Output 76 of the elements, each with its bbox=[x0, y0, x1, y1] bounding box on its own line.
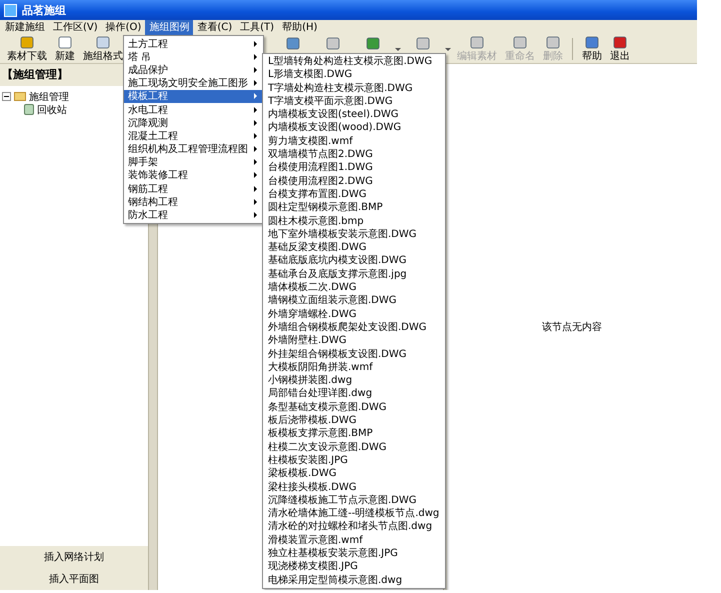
menu-item[interactable]: 成品保护 bbox=[124, 63, 263, 77]
menu-item[interactable]: 外墙组合钢模板爬架处支设图.DWG bbox=[263, 320, 445, 334]
menu-item[interactable]: 地下室外墙模板安装示意图.DWG bbox=[263, 228, 445, 242]
menu-item[interactable]: 电梯采用定型筒模示意图.dwg bbox=[263, 574, 445, 587]
panel-title: 【施组管理】 bbox=[2, 68, 68, 81]
menu-item[interactable]: 台模使用流程图1.DWG bbox=[263, 161, 445, 175]
menu-item[interactable]: 清水砼墙体施工缝--明缝模板节点.dwg bbox=[263, 507, 445, 520]
toolbar-button[interactable]: 退出 bbox=[606, 34, 634, 64]
menu-item[interactable]: 独立柱基模板安装示意图.JPG bbox=[263, 546, 445, 560]
menu-item[interactable]: 钢结构工程 bbox=[124, 195, 263, 208]
menu-item[interactable]: 外墙附壁柱.DWG bbox=[263, 334, 445, 348]
menu-item[interactable]: 塔 吊 bbox=[124, 50, 263, 64]
tree-item[interactable]: 回收站 bbox=[37, 102, 67, 116]
menu-item[interactable]: 小钢模拼装图.dwg bbox=[263, 374, 445, 388]
submenu-arrow-icon bbox=[254, 212, 257, 218]
menu-item[interactable]: 钢筋工程 bbox=[124, 182, 263, 196]
app-icon bbox=[4, 4, 17, 16]
menu-item[interactable]: 台模使用流程图2.DWG bbox=[263, 174, 445, 188]
menu-item[interactable]: 防水工程 bbox=[124, 208, 263, 222]
menu-item[interactable]: 内墙模板支设图(wood).DWG bbox=[263, 121, 445, 135]
menu-item[interactable]: 外墙穿墙螺栓.DWG bbox=[263, 308, 445, 321]
menu-item[interactable]: T字墙支模平面示意图.DWG bbox=[263, 94, 445, 108]
menu-item[interactable]: 柱模二次支设示意图.DWG bbox=[263, 440, 445, 454]
menu-item[interactable]: 台模支撑布置图.DWG bbox=[263, 188, 445, 202]
menu-item[interactable]: 板模板支撑示意图.BMP bbox=[263, 427, 445, 441]
menu-item[interactable]: 水电工程 bbox=[124, 102, 263, 116]
menu-item[interactable]: 组织机构及工程管理流程图 bbox=[124, 142, 263, 156]
menu-item[interactable]: 新建施组 bbox=[1, 20, 49, 35]
window-title: 品茗施组 bbox=[22, 2, 66, 18]
menu-item[interactable]: 施组图例 bbox=[145, 20, 194, 35]
menu-item[interactable]: 帮助(H) bbox=[278, 20, 322, 35]
menu-item[interactable]: 装饰装修工程 bbox=[124, 168, 263, 182]
menu-item[interactable]: 施工现场文明安全施工图形 bbox=[124, 76, 263, 90]
menu-item[interactable]: 内墙模板支设图(steel).DWG bbox=[263, 108, 445, 122]
toolbar-button[interactable]: 帮助 bbox=[578, 34, 606, 64]
menu-item[interactable]: 沉降观测 bbox=[124, 116, 263, 130]
menu-item[interactable]: 墙钢模立面组装示意图.DWG bbox=[263, 294, 445, 308]
menu-item[interactable]: 剪力墙支模图.wmf bbox=[263, 134, 445, 148]
menu-item[interactable]: 查看(C) bbox=[193, 20, 236, 35]
recycle-bin-icon bbox=[24, 104, 34, 115]
menu-item[interactable]: 工作区(V) bbox=[49, 20, 102, 35]
menu-item[interactable]: 局部错台处理详图.dwg bbox=[263, 387, 445, 401]
menu-item[interactable]: 条型基础支模示意图.DWG bbox=[263, 400, 445, 414]
toolbar-button[interactable]: 施组格式 bbox=[79, 34, 127, 64]
menu-item[interactable]: 墙体模板二次.DWG bbox=[263, 281, 445, 294]
menu-item[interactable]: 大模板阴阳角拼装.wmf bbox=[263, 360, 445, 374]
menu-item[interactable]: 板后浇带模板.DWG bbox=[263, 414, 445, 428]
menu-item[interactable]: 柱模板安装图.JPG bbox=[263, 454, 445, 468]
menu-item[interactable]: 双墙墙模节点图2.DWG bbox=[263, 148, 445, 162]
menu-item[interactable]: 现浇楼梯支模图.JPG bbox=[263, 560, 445, 574]
collapse-icon[interactable] bbox=[2, 92, 11, 101]
empty-message: 该节点无内容 bbox=[542, 320, 602, 334]
menu-item[interactable]: 基础承台及底版支撑示意图.jpg bbox=[263, 268, 445, 282]
menu-item[interactable]: T字墙处构造柱支模示意图.DWG bbox=[263, 82, 445, 95]
menu-item[interactable]: 基础反梁支模图.DWG bbox=[263, 241, 445, 254]
menu-item[interactable]: 脚手架 bbox=[124, 156, 263, 169]
menu-item[interactable]: L型墙转角处构造柱支模示意图.DWG bbox=[263, 55, 445, 68]
menu-item[interactable]: 工具(T) bbox=[236, 20, 278, 35]
menu-item[interactable]: 模板工程 bbox=[124, 90, 263, 103]
menu-item[interactable]: 梁柱接头模板.DWG bbox=[263, 480, 445, 494]
menu-item[interactable]: 混凝土工程 bbox=[124, 129, 263, 142]
folder-icon bbox=[14, 92, 26, 101]
menu-item[interactable]: 梁板模板.DWG bbox=[263, 467, 445, 480]
menu-item[interactable]: 圆柱木模示意图.bmp bbox=[263, 214, 445, 228]
toolbar-button[interactable]: 素材下载 bbox=[3, 34, 51, 64]
toolbar-button[interactable]: 新建 bbox=[51, 34, 79, 64]
menu-item[interactable]: 圆柱定型钢模示意图.BMP bbox=[263, 201, 445, 215]
tree-item[interactable]: 施组管理 bbox=[29, 90, 69, 104]
menu-item[interactable]: 操作(O) bbox=[102, 20, 146, 35]
menu-item[interactable]: 滑模装置示意图.wmf bbox=[263, 534, 445, 547]
menu-item[interactable]: L形墙支模图.DWG bbox=[263, 68, 445, 82]
menu-item[interactable]: 清水砼的对拉螺栓和堵头节点图.dwg bbox=[263, 520, 445, 534]
menu-item[interactable]: 基础底版底坑内模支设图.DWG bbox=[263, 254, 445, 268]
menu-item[interactable]: 土方工程 bbox=[124, 37, 263, 50]
menu-item[interactable]: 外挂架组合钢模板支设图.DWG bbox=[263, 348, 445, 361]
menu-item[interactable]: 沉降缝模板施工节点示意图.DWG bbox=[263, 494, 445, 508]
